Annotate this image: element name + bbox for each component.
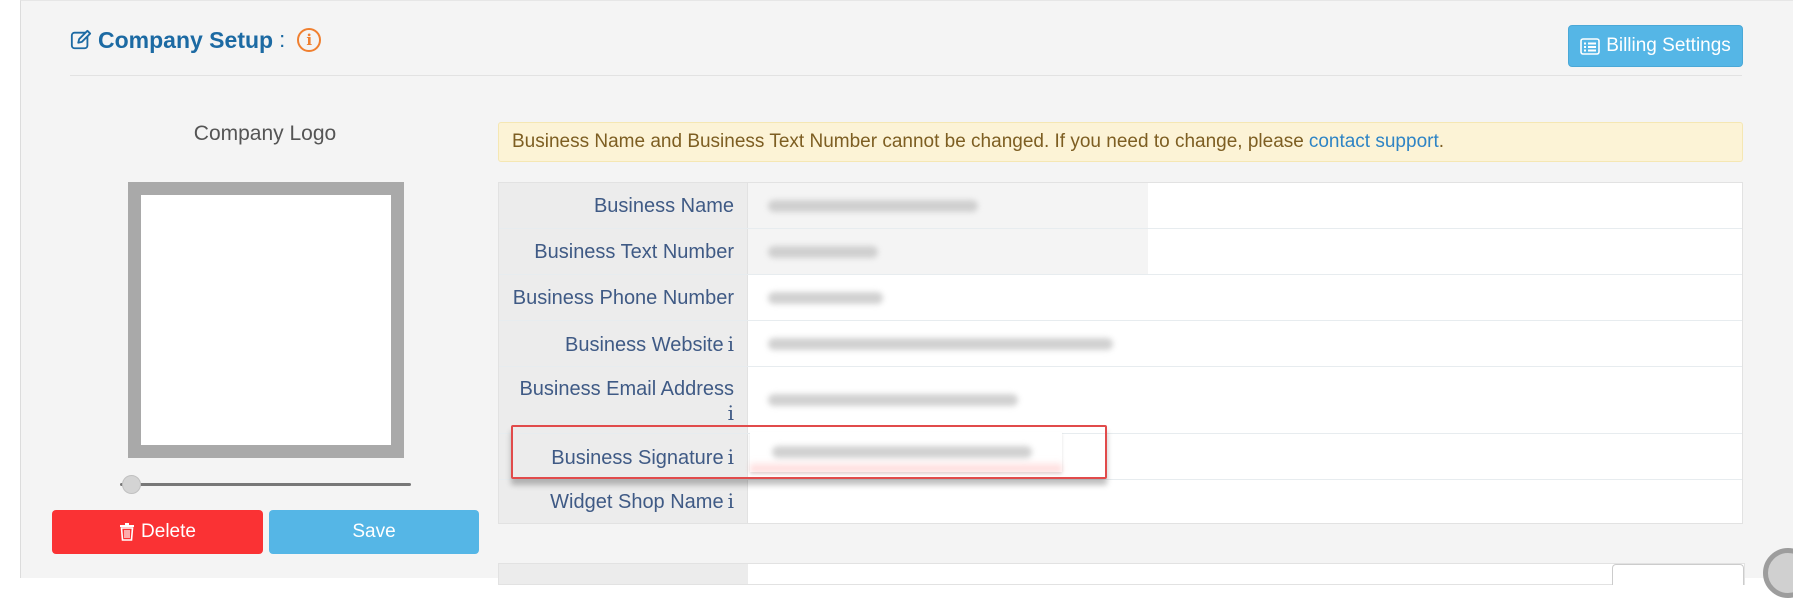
next-form-row [498,563,1745,585]
info-icon[interactable]: i [728,489,734,513]
delete-label: Delete [141,521,196,542]
company-logo-frame[interactable] [128,182,404,458]
billing-settings-button[interactable]: Billing Settings [1568,25,1743,67]
widget-shop-name-input[interactable] [748,480,1742,523]
business-website-label: Business Website [565,334,724,356]
business-website-input[interactable] [748,321,1742,366]
form-label: Widget Shop Name i [499,480,748,523]
business-text-number-value [748,229,1742,274]
alert-tail: . [1438,131,1445,152]
business-email-label: Business Email Address [519,378,734,400]
trash-icon [120,523,135,541]
form-label: Business Name [499,183,748,228]
form-row-business-phone-number: Business Phone Number [499,275,1742,321]
form-row-business-text-number: Business Text Number [499,229,1742,275]
form-label: Business Text Number [499,229,748,274]
contact-support-link[interactable]: contact support [1309,131,1439,153]
highlight-annotation [511,425,1107,479]
business-name-label: Business Name [593,195,734,217]
partial-button[interactable] [1612,564,1744,585]
business-phone-number-input[interactable] [748,275,1742,320]
save-logo-button[interactable]: Save [269,510,479,554]
form-row-business-email: Business Email Address i [499,367,1742,434]
edit-icon [70,29,92,50]
info-circle-icon[interactable]: i [297,28,322,52]
form-label: Business Email Address i [499,367,748,433]
page-title: Company Setup [98,26,274,53]
business-text-number-label: Business Text Number [534,241,734,263]
alert-banner: Business Name and Business Text Number c… [498,122,1743,162]
company-logo-label: Company Logo [193,122,337,145]
alert-text: Business Name and Business Text Number c… [512,131,1304,152]
delete-logo-button[interactable]: Delete [52,510,263,554]
logo-zoom-slider-handle[interactable] [122,475,141,494]
widget-shop-name-label: Widget Shop Name [550,491,724,513]
logo-zoom-slider-track[interactable] [120,483,411,486]
form-label: Business Website i [499,321,748,366]
business-name-value [748,183,1742,228]
list-icon [1580,37,1600,55]
info-icon[interactable]: i [728,401,734,425]
form-row-widget-shop-name: Widget Shop Name i [499,480,1742,523]
form-label: Business Phone Number [499,275,748,320]
form-row-business-name: Business Name [499,183,1742,229]
business-phone-number-label: Business Phone Number [512,287,734,309]
business-email-input[interactable] [748,367,1742,433]
billing-settings-label: Billing Settings [1606,35,1731,56]
header-divider [70,75,1742,76]
info-icon[interactable]: i [728,332,734,356]
title-colon: : [279,27,286,52]
company-logo-image [141,195,391,445]
page-header: Company Setup : i [70,22,322,58]
form-row-business-website: Business Website i [499,321,1742,367]
